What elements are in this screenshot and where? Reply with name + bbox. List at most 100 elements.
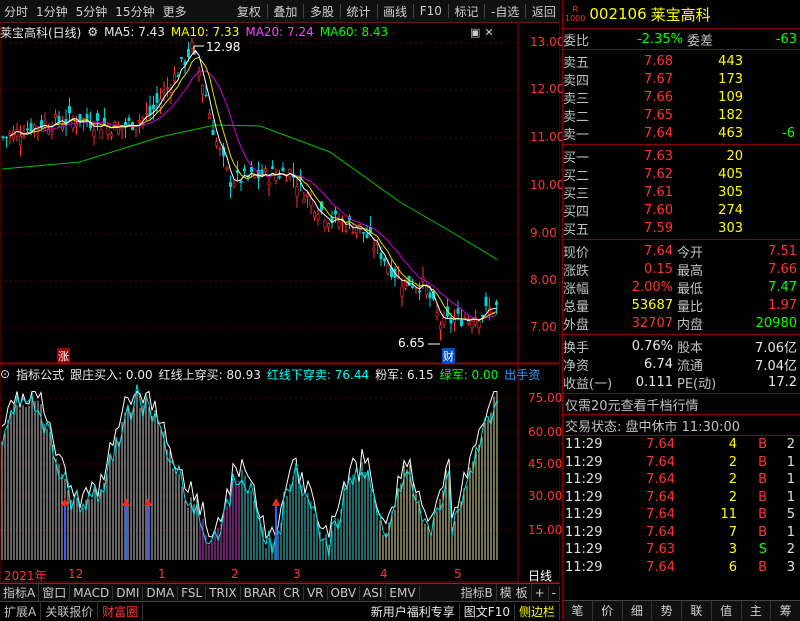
stat-value: 17.2 — [768, 374, 797, 390]
btn-fuquan[interactable]: 复权 — [233, 3, 265, 20]
bids-row[interactable]: 买五 7.59 303 — [563, 219, 800, 238]
bids-row[interactable]: 买三 7.61 305 — [563, 183, 800, 202]
tab-trix[interactable]: TRIX — [206, 585, 241, 600]
restore-icon[interactable]: ▣ — [470, 26, 480, 39]
asks-price: 7.65 — [644, 107, 673, 123]
asks-row[interactable]: 卖一 7.64 463 -6 — [563, 124, 800, 143]
bids-volume: 20 — [726, 148, 743, 164]
tab-obv[interactable]: OBV — [328, 585, 361, 600]
tab-15min[interactable]: 15分钟 — [111, 3, 158, 20]
bids-label: 买五 — [563, 222, 590, 238]
asks-row[interactable]: 卖三 7.66 109 — [563, 88, 800, 107]
asks-row[interactable]: 卖五 7.68 443 — [563, 52, 800, 71]
zoom-in-button[interactable]: + — [532, 585, 549, 600]
tab-zhi[interactable]: 值 — [712, 601, 742, 621]
tab-dmi[interactable]: DMI — [113, 585, 144, 600]
tab-emv[interactable]: EMV — [386, 585, 420, 600]
promo-text[interactable]: 仅需20元查看千档行情 — [563, 394, 800, 415]
tab-template[interactable]: 模 板 — [497, 584, 532, 601]
candlesticks — [1, 38, 498, 341]
asks-row[interactable]: 卖四 7.67 173 — [563, 70, 800, 89]
stat-row: 净资 6.74 流通 7.04亿 — [563, 355, 800, 374]
zoom-out-button[interactable]: - — [549, 585, 560, 600]
status-new-user[interactable]: 新用户福利专享 — [367, 603, 460, 620]
marker-cai[interactable]: 财 — [442, 348, 455, 364]
tick-price: 7.64 — [646, 489, 675, 505]
btn-biaoji[interactable]: 标记 — [450, 3, 482, 20]
low-label: 6.65 — [398, 336, 425, 350]
tick-count: 2 — [786, 437, 795, 453]
tab-jia[interactable]: 价 — [593, 601, 623, 621]
tick-side: B — [758, 472, 767, 488]
tab-indicator-b[interactable]: 指标B — [458, 584, 497, 601]
quote-header: R 1000 002106 莱宝高科 — [563, 0, 800, 29]
tab-dma[interactable]: DMA — [143, 585, 179, 600]
tab-fenshi[interactable]: 分时 — [0, 3, 32, 20]
tick-count: 5 — [786, 507, 795, 523]
asks-change: -6 — [782, 125, 795, 141]
tab-more[interactable]: 更多 — [159, 3, 191, 20]
indicator-menu-icon[interactable]: ⊙ — [0, 367, 10, 381]
tab-5min[interactable]: 5分钟 — [72, 3, 112, 20]
stat-value: 2.00% — [631, 279, 673, 295]
tab-brar[interactable]: BRAR — [241, 585, 281, 600]
ask-book: 卖五 7.68 443 卖四 7.67 173 卖三 7.66 109 卖二 7.65 182 卖一 7.… — [563, 50, 800, 145]
tab-asi[interactable]: ASI — [360, 585, 387, 600]
stat-row: 总量 53687 量比 1.97 — [563, 296, 800, 315]
btn-diejia[interactable]: 叠加 — [269, 3, 301, 20]
bids-price: 7.61 — [644, 184, 673, 200]
tab-1min[interactable]: 1分钟 — [32, 3, 72, 20]
stat-label: 总量 — [563, 299, 590, 315]
tab-cr[interactable]: CR — [280, 585, 304, 600]
btn-fanhui[interactable]: 返回 — [528, 3, 560, 20]
asks-volume: 182 — [718, 107, 743, 123]
asks-row[interactable]: 卖二 7.65 182 — [563, 106, 800, 125]
stat-label: 流通 — [677, 358, 704, 374]
bids-row[interactable]: 买一 7.63 20 — [563, 147, 800, 166]
btn-zixuan[interactable]: -自选 — [487, 3, 523, 20]
status-f10[interactable]: 图文F10 — [460, 603, 515, 620]
btn-huaxian[interactable]: 画线 — [379, 3, 411, 20]
asks-price: 7.67 — [644, 71, 673, 87]
tab-zhu[interactable]: 主 — [742, 601, 772, 621]
stat-value: 7.06亿 — [755, 340, 797, 356]
tab-lian[interactable]: 联 — [682, 601, 712, 621]
bids-label: 买四 — [563, 204, 590, 220]
marker-zhang: 涨 — [57, 348, 70, 364]
tick-time: 11:29 — [565, 524, 603, 540]
bids-row[interactable]: 买二 7.62 405 — [563, 165, 800, 184]
tick-price: 7.63 — [646, 542, 675, 558]
status-wealth-circle[interactable]: 财富圈 — [98, 603, 144, 620]
tab-fsl[interactable]: FSL — [178, 585, 207, 600]
stats-block: 现价 7.64 今开 7.51 涨跌 0.15 最高 7.66 涨幅 2.00% 最低 7.47 总量 5… — [563, 240, 800, 335]
tick-volume: 4 — [728, 437, 737, 453]
kline-chart[interactable] — [0, 22, 560, 583]
tick-time: 11:29 — [565, 542, 603, 558]
status-related-quote[interactable]: 关联报价 — [41, 603, 99, 620]
asks-label: 卖三 — [563, 91, 590, 107]
tab-shi[interactable]: 势 — [652, 601, 682, 621]
bids-price: 7.63 — [644, 148, 673, 164]
status-sidebar[interactable]: 侧边栏 — [515, 603, 560, 620]
close-icon[interactable]: ✕ — [484, 26, 493, 39]
btn-duogu[interactable]: 多股 — [306, 3, 338, 20]
tab-chou[interactable]: 筹 — [771, 601, 800, 621]
stat-label: 净资 — [563, 358, 590, 374]
tick-volume: 6 — [728, 559, 737, 575]
tab-xi[interactable]: 细 — [623, 601, 653, 621]
tab-bi[interactable]: 笔 — [563, 601, 593, 621]
indicator-cyan-line — [1, 384, 498, 558]
tick-time: 11:29 — [565, 472, 603, 488]
tab-indicator-a[interactable]: 指标A — [0, 584, 40, 601]
tick-side: B — [758, 454, 767, 470]
bids-row[interactable]: 买四 7.60 274 — [563, 201, 800, 220]
settings-icon[interactable]: ⚙ — [87, 25, 98, 39]
btn-f10[interactable]: F10 — [416, 4, 446, 18]
tab-window[interactable]: 窗口 — [39, 584, 71, 601]
tab-macd[interactable]: MACD — [70, 585, 114, 600]
stat-value: 1.97 — [768, 297, 797, 313]
status-expand[interactable]: 扩展A — [0, 603, 42, 620]
btn-tongji[interactable]: 统计 — [343, 3, 375, 20]
stat-value: 0.15 — [644, 261, 673, 277]
tab-vr[interactable]: VR — [304, 585, 328, 600]
